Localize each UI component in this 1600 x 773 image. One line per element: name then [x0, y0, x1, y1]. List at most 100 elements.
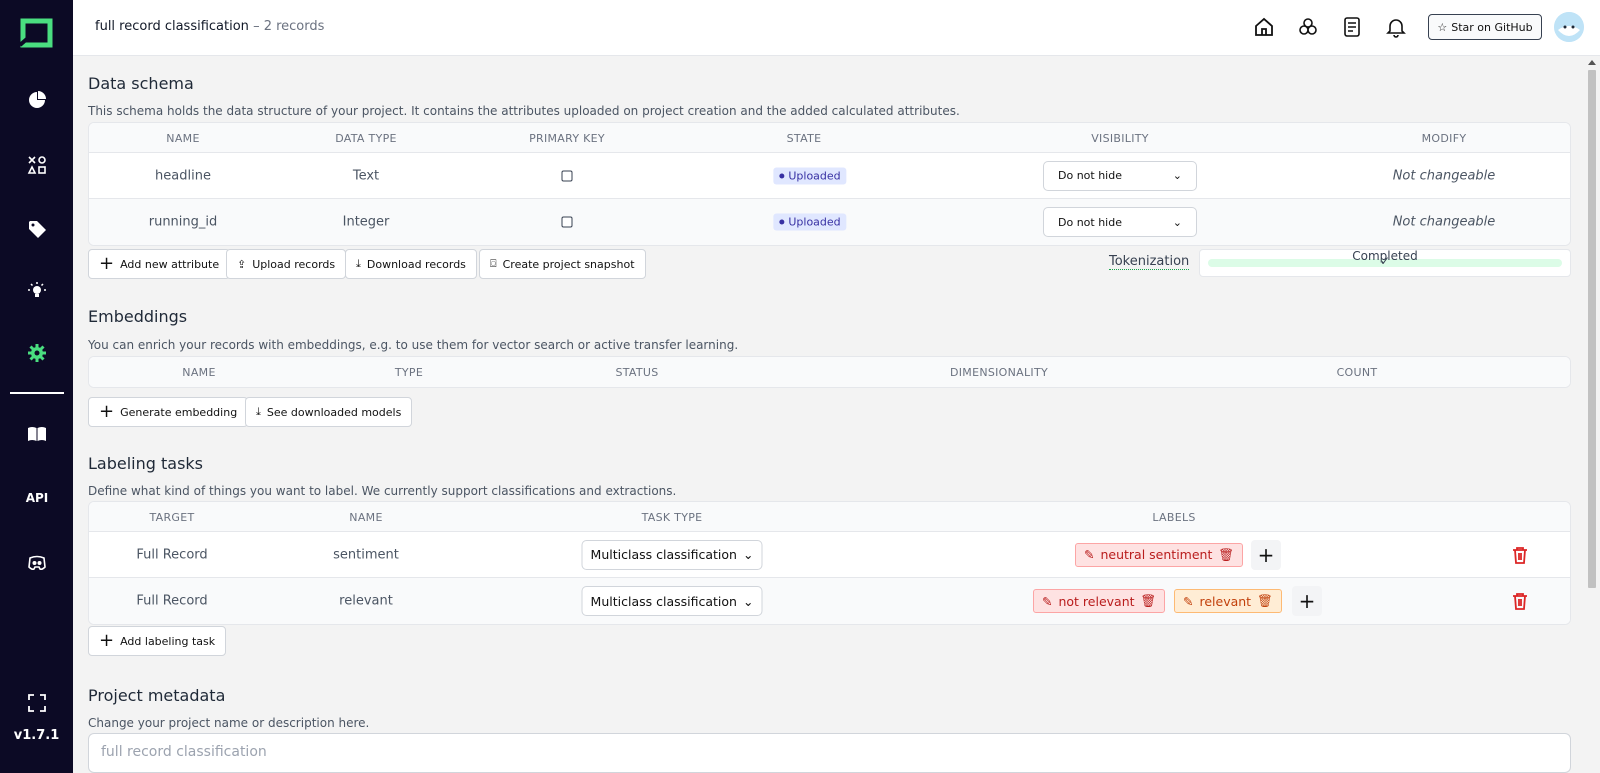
- schema-table: NAME DATA TYPE PRIMARY KEY STATE VISIBIL…: [88, 122, 1571, 246]
- labeling-table-header: TARGET NAME TASK TYPE LABELS: [89, 502, 1570, 532]
- trash-icon[interactable]: 🗑: [1218, 547, 1234, 563]
- project-name-input[interactable]: full record classification: [88, 733, 1571, 773]
- plus-icon: +: [99, 630, 115, 651]
- col-type: TYPE: [394, 366, 424, 379]
- project-metadata-title: Project metadata: [88, 686, 226, 705]
- table-row: Full Record relevant Multiclass classifi…: [89, 578, 1570, 624]
- add-label-button[interactable]: +: [1292, 586, 1322, 616]
- upload-icon: ⇪: [237, 257, 247, 271]
- col-target: TARGET: [149, 511, 195, 524]
- plus-icon: +: [99, 253, 115, 274]
- col-count: COUNT: [1336, 366, 1378, 379]
- col-primary-key: PRIMARY KEY: [529, 132, 605, 145]
- chevron-down-icon: ⌄: [742, 593, 754, 609]
- table-row: running_id Integer Uploaded Do not hide ⌄…: [89, 199, 1570, 245]
- add-labeling-task-label: Add labeling task: [120, 634, 216, 648]
- col-name: NAME: [166, 132, 200, 145]
- state-label: Uploaded: [788, 215, 841, 229]
- task-target: Full Record: [136, 547, 208, 562]
- task-name: sentiment: [333, 547, 399, 562]
- visibility-select[interactable]: Do not hide ⌄: [1043, 207, 1197, 237]
- add-attribute-button[interactable]: + Add new attribute: [88, 249, 231, 279]
- embeddings-description: You can enrich your records with embeddi…: [88, 338, 739, 352]
- labeling-tasks-description: Define what kind of things you want to l…: [88, 484, 677, 498]
- app-logo[interactable]: [18, 18, 53, 48]
- label-pill[interactable]: ✎ relevant 🗑: [1174, 589, 1282, 613]
- notifications-bell-icon[interactable]: [1385, 16, 1409, 40]
- table-row: headline Text Uploaded Do not hide ⌄ Not …: [89, 153, 1570, 199]
- label-pill[interactable]: ✎ not relevant 🗑: [1033, 589, 1166, 613]
- col-status: STATUS: [615, 366, 659, 379]
- pencil-icon[interactable]: ✎: [1183, 594, 1193, 609]
- sidebar: API v1.7.1: [0, 0, 73, 773]
- download-icon: ⤓: [356, 257, 361, 270]
- pencil-icon[interactable]: ✎: [1042, 594, 1052, 609]
- col-task-type: TASK TYPE: [641, 511, 703, 524]
- col-modify: MODIFY: [1421, 132, 1467, 145]
- data-browser-icon[interactable]: [24, 152, 50, 178]
- star-on-github-button[interactable]: ☆ Star on GitHub: [1428, 14, 1542, 40]
- task-type-select[interactable]: Multiclass classification ⌄: [581, 539, 763, 570]
- delete-task-trash-icon[interactable]: [1511, 592, 1529, 610]
- label-pill[interactable]: ✎ neutral sentiment 🗑: [1075, 542, 1244, 567]
- add-label-button[interactable]: +: [1251, 539, 1281, 570]
- see-downloaded-models-button[interactable]: ⤓ See downloaded models: [245, 397, 413, 427]
- settings-gear-icon[interactable]: [24, 340, 50, 366]
- projects-circles-icon[interactable]: [1297, 16, 1321, 40]
- download-label: Download records: [366, 257, 466, 271]
- user-avatar[interactable]: [1554, 12, 1584, 42]
- state-badge: Uploaded: [773, 213, 847, 231]
- project-name: full record classification: [95, 19, 249, 34]
- trash-icon[interactable]: 🗑: [1257, 593, 1273, 609]
- sidebar-divider: [10, 392, 64, 394]
- upload-records-button[interactable]: ⇪ Upload records: [226, 249, 347, 279]
- delete-task-trash-icon[interactable]: [1511, 546, 1529, 564]
- top-bar: full record classification – 2 records ☆…: [73, 0, 1600, 56]
- attribute-name: running_id: [148, 214, 218, 230]
- docs-book-icon[interactable]: [24, 421, 50, 447]
- heuristics-bulb-icon[interactable]: [24, 278, 50, 304]
- labeling-tag-icon[interactable]: [24, 216, 50, 242]
- label-text: neutral sentiment: [1100, 547, 1213, 562]
- documentation-icon[interactable]: [1341, 16, 1365, 40]
- api-link[interactable]: API: [24, 485, 50, 511]
- scroll-thumb[interactable]: [1588, 70, 1596, 588]
- create-snapshot-button[interactable]: ⌼ Create project snapshot: [479, 249, 646, 279]
- primary-key-checkbox[interactable]: [561, 216, 573, 228]
- scroll-up-arrow[interactable]: [1588, 60, 1596, 65]
- col-labels: LABELS: [1152, 511, 1196, 524]
- pencil-icon[interactable]: ✎: [1084, 547, 1094, 562]
- visibility-value: Do not hide: [1058, 169, 1122, 182]
- col-visibility: VISIBILITY: [1091, 132, 1149, 145]
- chevron-down-icon: ⌄: [1172, 169, 1182, 182]
- state-label: Uploaded: [788, 169, 841, 182]
- record-count: 2 records: [263, 19, 325, 34]
- tokenization-label: Tokenization: [1109, 254, 1190, 270]
- schema-table-header: NAME DATA TYPE PRIMARY KEY STATE VISIBIL…: [89, 123, 1570, 153]
- col-name: NAME: [349, 511, 383, 524]
- primary-key-checkbox[interactable]: [561, 170, 573, 181]
- home-icon[interactable]: [1253, 16, 1277, 40]
- fullscreen-icon[interactable]: [24, 690, 50, 716]
- plus-icon: +: [99, 401, 115, 422]
- tokenization-progress: ✓ Completed: [1199, 249, 1571, 277]
- add-labeling-task-button[interactable]: + Add labeling task: [88, 626, 227, 656]
- discord-icon[interactable]: [24, 550, 50, 576]
- col-dimensionality: DIMENSIONALITY: [949, 366, 1049, 379]
- embeddings-table-header: NAME TYPE STATUS DIMENSIONALITY COUNT: [89, 357, 1570, 387]
- task-type-select[interactable]: Multiclass classification ⌄: [581, 586, 763, 616]
- overview-icon[interactable]: [24, 87, 50, 113]
- task-type-value: Multiclass classification: [590, 593, 737, 609]
- trash-icon[interactable]: 🗑: [1141, 593, 1157, 609]
- add-attribute-label: Add new attribute: [120, 257, 220, 271]
- visibility-select[interactable]: Do not hide ⌄: [1043, 160, 1197, 191]
- col-name: NAME: [182, 366, 216, 379]
- page-scrollbar[interactable]: [1584, 56, 1600, 773]
- tokenization-status: ✓ Completed: [1352, 249, 1418, 268]
- generate-embedding-button[interactable]: + Generate embedding: [88, 397, 249, 427]
- modify-text: Not changeable: [1392, 214, 1496, 230]
- page-title: full record classification – 2 records: [95, 19, 325, 34]
- download-records-button[interactable]: ⤓ Download records: [345, 249, 477, 279]
- modify-text: Not changeable: [1392, 168, 1496, 183]
- task-type-value: Multiclass classification: [590, 547, 737, 562]
